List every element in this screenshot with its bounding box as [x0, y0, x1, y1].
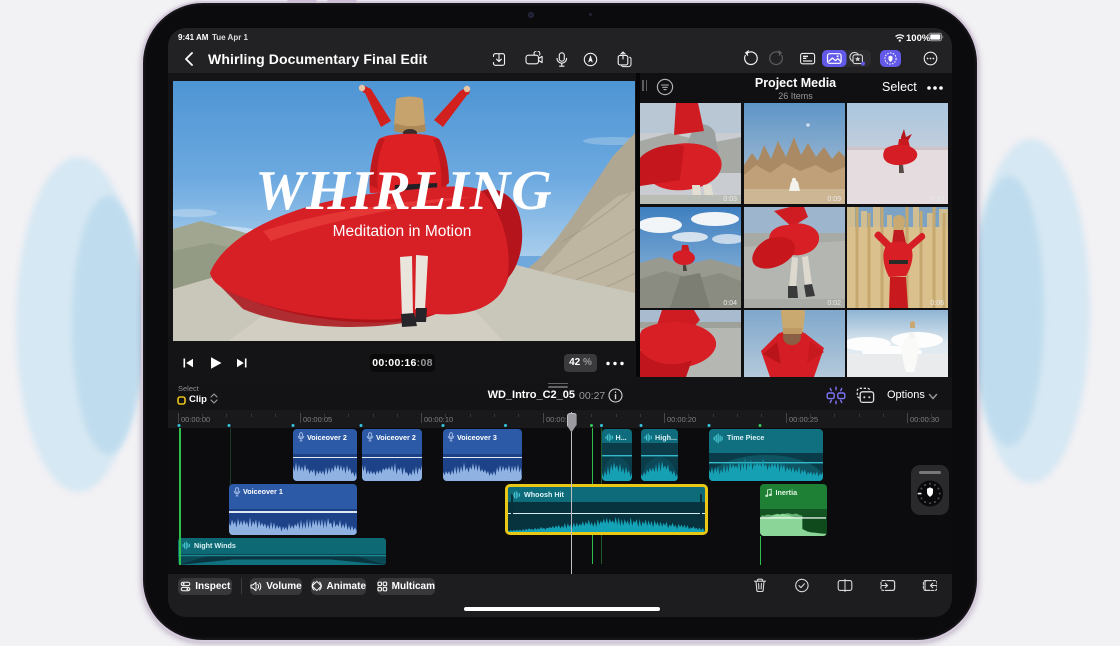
svg-text:0:03: 0:03 [723, 196, 737, 203]
svg-text:0:10: 0:10 [930, 196, 944, 203]
svg-text:WHIRLING: WHIRLING [255, 160, 552, 222]
svg-text:0:02: 0:02 [827, 300, 841, 307]
svg-text:100%: 100% [906, 33, 931, 43]
svg-text:0:09: 0:09 [827, 196, 841, 203]
svg-text:Meditation in Motion: Meditation in Motion [333, 223, 472, 240]
svg-text:0:04: 0:04 [723, 300, 737, 307]
svg-text:0:06: 0:06 [930, 300, 944, 307]
